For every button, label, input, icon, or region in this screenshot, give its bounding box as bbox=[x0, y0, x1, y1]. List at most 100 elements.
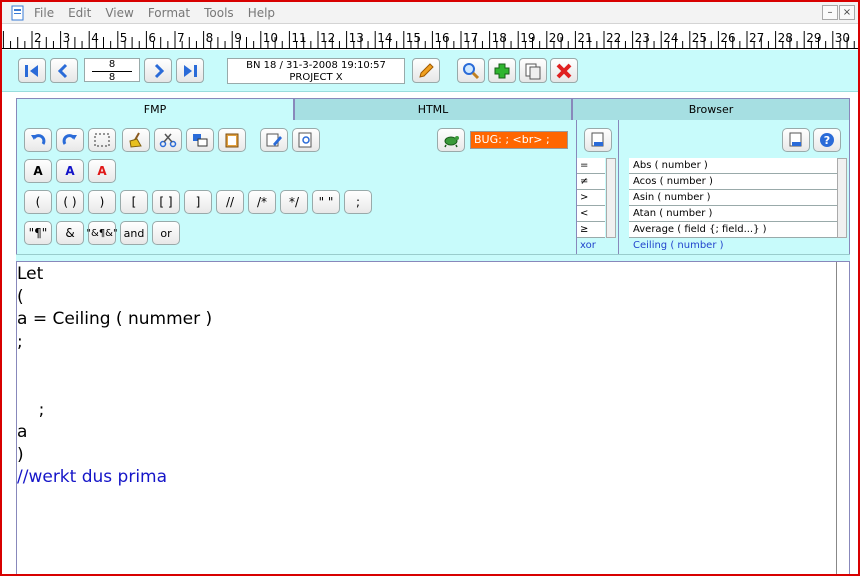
search-button[interactable] bbox=[457, 58, 485, 83]
operator-item[interactable]: ≥ bbox=[577, 222, 605, 238]
turtle-icon bbox=[444, 136, 459, 148]
function-item-selected[interactable]: Ceiling ( number ) bbox=[629, 238, 837, 254]
minimize-button[interactable]: – bbox=[822, 5, 838, 20]
tab-fmp[interactable]: FMP bbox=[16, 98, 294, 120]
menu-view[interactable]: View bbox=[105, 6, 133, 20]
open-paren-button[interactable]: ( bbox=[24, 190, 52, 214]
ruler-label: 3 bbox=[63, 31, 71, 45]
menu-tools[interactable]: Tools bbox=[204, 6, 234, 20]
function-list-scrollbar[interactable] bbox=[837, 158, 847, 238]
font-black-button[interactable]: A bbox=[24, 159, 52, 183]
record-counter: 8 8 bbox=[84, 58, 140, 83]
operator-item-selected[interactable]: xor bbox=[577, 238, 605, 254]
code-line: ; bbox=[17, 331, 23, 352]
delete-x-icon bbox=[556, 63, 572, 78]
operator-item[interactable]: = bbox=[577, 158, 605, 174]
pilcrow-quote-button[interactable]: "¶" bbox=[24, 221, 52, 245]
font-blue-button[interactable]: A bbox=[56, 159, 84, 183]
function-item[interactable]: Acos ( number ) bbox=[629, 174, 837, 190]
svg-text:?: ? bbox=[824, 134, 830, 147]
insert-doc-icon bbox=[591, 132, 604, 147]
last-record-button[interactable] bbox=[176, 58, 204, 83]
menu-help[interactable]: Help bbox=[248, 6, 275, 20]
next-record-button[interactable] bbox=[144, 58, 172, 83]
quotes-button[interactable]: " " bbox=[312, 190, 340, 214]
ruler-label: 30 bbox=[835, 31, 850, 45]
edit-document-button[interactable] bbox=[260, 128, 288, 152]
ruler-label: 18 bbox=[492, 31, 507, 45]
delete-record-button[interactable] bbox=[550, 58, 578, 83]
ruler-label: 14 bbox=[377, 31, 392, 45]
ruler-label: 20 bbox=[549, 31, 564, 45]
operators-list: = ≠ > < ≥ xor bbox=[577, 158, 605, 254]
code-line: ( bbox=[17, 286, 24, 307]
record-info-box: BN 18 / 31-3-2008 19:10:57 PROJECT X bbox=[227, 58, 405, 84]
ruler-label: 5 bbox=[120, 31, 128, 45]
operators-insert-button[interactable] bbox=[584, 128, 612, 152]
function-item[interactable]: Asin ( number ) bbox=[629, 190, 837, 206]
operator-item[interactable]: < bbox=[577, 206, 605, 222]
function-item[interactable]: Atan ( number ) bbox=[629, 206, 837, 222]
help-button[interactable]: ? bbox=[813, 128, 841, 152]
font-red-button[interactable]: A bbox=[88, 159, 116, 183]
menu-edit[interactable]: Edit bbox=[68, 6, 91, 20]
add-record-button[interactable] bbox=[488, 58, 516, 83]
bug-note: BUG: ; <br> ; bbox=[470, 131, 568, 149]
preview-button[interactable] bbox=[292, 128, 320, 152]
ruler-label: 6 bbox=[148, 31, 156, 45]
line-comment-button[interactable]: // bbox=[216, 190, 244, 214]
function-insert-button[interactable] bbox=[782, 128, 810, 152]
concat-pilcrow-button[interactable]: "&¶&" bbox=[86, 221, 118, 245]
or-operator-button[interactable]: or bbox=[152, 221, 180, 245]
operators-scrollbar[interactable] bbox=[606, 158, 616, 238]
search-icon bbox=[463, 62, 480, 79]
pencil-icon bbox=[419, 62, 434, 78]
menu-format[interactable]: Format bbox=[148, 6, 190, 20]
redo-icon bbox=[62, 134, 77, 145]
insert-doc-icon bbox=[789, 132, 802, 147]
previous-record-button[interactable] bbox=[50, 58, 78, 83]
code-editor[interactable]: Let ( a = Ceiling ( nummer ) ; ; a ) //w… bbox=[16, 262, 836, 574]
select-all-button[interactable] bbox=[88, 128, 116, 152]
close-window-button[interactable]: × bbox=[839, 5, 855, 20]
redo-button[interactable] bbox=[56, 128, 84, 152]
undo-icon bbox=[31, 134, 46, 145]
app-icon bbox=[10, 5, 26, 21]
record-info-line1: BN 18 / 31-3-2008 19:10:57 bbox=[246, 60, 386, 71]
operator-item[interactable]: > bbox=[577, 190, 605, 206]
semicolon-button[interactable]: ; bbox=[344, 190, 372, 214]
debug-button[interactable] bbox=[437, 128, 465, 152]
preview-icon bbox=[298, 132, 312, 148]
cut-button[interactable] bbox=[154, 128, 182, 152]
paren-pair-button[interactable]: ( ) bbox=[56, 190, 84, 214]
tab-browser[interactable]: Browser bbox=[572, 98, 850, 120]
block-comment-close-button[interactable]: */ bbox=[280, 190, 308, 214]
help-icon: ? bbox=[820, 133, 834, 147]
duplicate-record-button[interactable] bbox=[519, 58, 547, 83]
bracket-pair-button[interactable]: [ ] bbox=[152, 190, 180, 214]
record-total: 8 bbox=[108, 72, 116, 83]
close-paren-button[interactable]: ) bbox=[88, 190, 116, 214]
first-record-button[interactable] bbox=[18, 58, 46, 83]
edit-button[interactable] bbox=[412, 58, 440, 83]
record-current: 8 bbox=[108, 59, 116, 70]
function-item[interactable]: Average ( field {; field...} ) bbox=[629, 222, 837, 238]
tab-html[interactable]: HTML bbox=[294, 98, 572, 120]
clear-button[interactable] bbox=[122, 128, 150, 152]
open-bracket-button[interactable]: [ bbox=[120, 190, 148, 214]
undo-button[interactable] bbox=[24, 128, 52, 152]
ampersand-button[interactable]: & bbox=[56, 221, 84, 245]
ruler-scale: 2 3 4 5 6 7 8 9 10 11 12 13 14 15 16 17 18 19 20 21 22 23 24 25… bbox=[2, 31, 855, 48]
copy-button[interactable] bbox=[186, 128, 214, 152]
function-item[interactable]: Abs ( number ) bbox=[629, 158, 837, 174]
paste-button[interactable] bbox=[218, 128, 246, 152]
ruler-label: 22 bbox=[606, 31, 621, 45]
close-bracket-button[interactable]: ] bbox=[184, 190, 212, 214]
first-icon bbox=[25, 64, 38, 77]
ruler-label: 12 bbox=[320, 31, 335, 45]
editor-scrollbar[interactable] bbox=[836, 262, 850, 574]
and-operator-button[interactable]: and bbox=[120, 221, 148, 245]
menu-file[interactable]: File bbox=[34, 6, 54, 20]
operator-item[interactable]: ≠ bbox=[577, 174, 605, 190]
block-comment-open-button[interactable]: /* bbox=[248, 190, 276, 214]
